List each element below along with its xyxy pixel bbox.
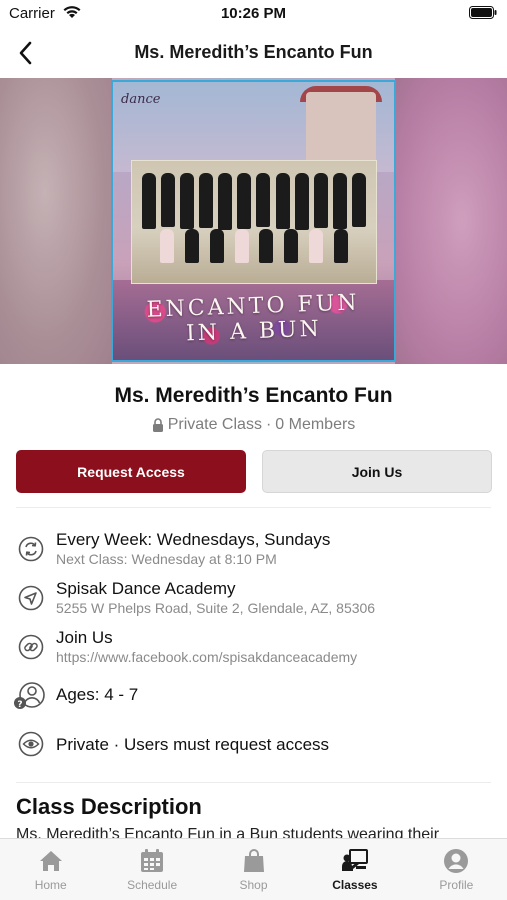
tab-classes[interactable]: Classes — [304, 839, 405, 900]
ages-row: ? Ages: 4 - 7 — [0, 680, 507, 710]
privacy-row: Private · Users must request access — [0, 730, 507, 760]
location-name: Spisak Dance Academy — [56, 579, 236, 598]
ages-text: Ages: 4 - 7 — [56, 685, 139, 704]
class-title: Ms. Meredith’s Encanto Fun — [114, 384, 393, 407]
calendar-icon — [141, 849, 164, 872]
tab-home[interactable]: Home — [0, 839, 101, 900]
eye-icon — [18, 731, 44, 757]
tab-home-label: Home — [34, 878, 67, 892]
tab-classes-label: Classes — [332, 878, 378, 892]
svg-text:?: ? — [17, 700, 22, 710]
tab-shop[interactable]: Shop — [203, 839, 304, 900]
tab-profile-label: Profile — [439, 878, 474, 892]
battery-icon — [469, 6, 497, 19]
join-us-button[interactable]: Join Us — [262, 450, 492, 493]
status-bar: Carrier 10:26 PM — [0, 0, 507, 28]
tab-schedule[interactable]: Schedule — [101, 839, 202, 900]
profile-icon — [444, 849, 469, 873]
schedule-row: Every Week: Wednesdays, Sundays Next Cla… — [0, 528, 507, 570]
privacy-text: Private · Users must request access — [56, 735, 330, 754]
poster-banner: ENCANTO FUN IN A BUN — [146, 290, 360, 347]
group-photo — [131, 160, 377, 284]
clock: 10:26 PM — [220, 5, 287, 22]
tab-shop-label: Shop — [239, 878, 268, 892]
description-title: Class Description — [16, 794, 202, 819]
divider — [16, 507, 491, 508]
poster-logo: dance — [121, 92, 161, 107]
class-hero-image: dance ENCANTO FUN IN A BUN — [0, 78, 507, 364]
dancer-row-front — [160, 229, 348, 263]
location-arrow-icon — [18, 585, 44, 611]
divider — [16, 782, 491, 783]
classes-icon — [341, 849, 368, 871]
users-question-icon: ? — [14, 682, 45, 710]
location-row[interactable]: Spisak Dance Academy 5255 W Phelps Road,… — [0, 577, 507, 619]
tab-profile[interactable]: Profile — [406, 839, 507, 900]
link-icon — [18, 634, 44, 660]
request-access-button[interactable]: Request Access — [16, 450, 246, 493]
dancer-row-back — [142, 173, 366, 230]
tab-bar: Home Schedule Shop Classes Profile — [0, 838, 507, 900]
link-url[interactable]: https://www.facebook.com/spisakdanceacad… — [56, 649, 357, 665]
nav-title: Ms. Meredith’s Encanto Fun — [134, 42, 373, 62]
hero-blur-right — [395, 78, 507, 364]
class-meta: Private Class · 0 Members — [0, 416, 507, 434]
hero-blur-left — [0, 78, 112, 364]
next-class-text: Next Class: Wednesday at 8:10 PM — [56, 551, 277, 567]
location-address: 5255 W Phelps Road, Suite 2, Glendale, A… — [56, 600, 376, 616]
meta-separator: · — [265, 416, 272, 433]
back-button[interactable] — [8, 36, 42, 70]
shopping-bag-icon — [243, 849, 264, 872]
members-count: 0 Members — [275, 416, 356, 433]
link-title: Join Us — [56, 628, 113, 647]
link-row[interactable]: Join Us https://www.facebook.com/spisakd… — [0, 626, 507, 668]
schedule-text: Every Week: Wednesdays, Sundays — [56, 530, 331, 549]
visibility-label: Private Class — [167, 416, 262, 433]
chevron-left-icon — [19, 41, 32, 65]
home-icon — [39, 851, 62, 871]
repeat-icon — [18, 536, 44, 562]
class-poster: dance ENCANTO FUN IN A BUN — [111, 80, 396, 362]
lock-icon — [152, 418, 163, 432]
tab-schedule-label: Schedule — [127, 878, 178, 892]
navigation-bar: Ms. Meredith’s Encanto Fun — [0, 28, 507, 78]
